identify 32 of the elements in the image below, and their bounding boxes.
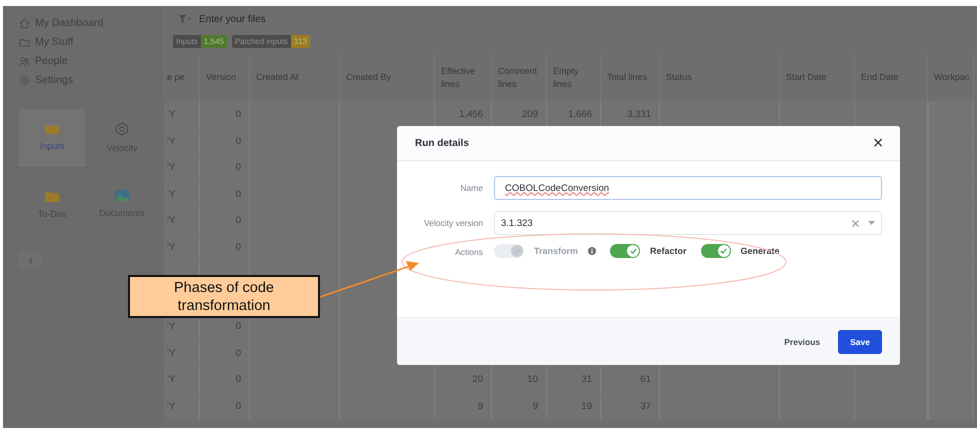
check-icon [720,248,728,254]
funnel-icon[interactable] [179,15,191,23]
name-field[interactable]: COBOLCodeConversion [494,176,882,200]
field-label: Name [459,183,483,193]
folder-icon [45,123,59,134]
toggle-label: Refactor [650,246,687,256]
toggle-label: Generate [740,246,780,256]
toggle-switch[interactable] [700,244,731,258]
dialog-title: Run details [415,138,469,148]
caret-icon[interactable] [868,221,875,225]
check-icon [514,248,520,254]
home-icon [19,18,30,28]
gear-icon [19,74,30,86]
folder-icon [19,36,30,48]
callout: Phases of code transformation [128,275,320,318]
toggle-label: Transform [534,246,578,256]
folder-icon [45,190,59,202]
clear-icon[interactable] [852,220,859,226]
previous-button[interactable]: Previous [782,330,822,354]
check-icon [630,248,637,254]
hexagon-icon [115,122,129,136]
people-icon [19,56,30,66]
toggle-switch[interactable] [610,244,640,258]
field-label: Velocity version [422,218,483,228]
version-select[interactable]: 3.1.323 [494,211,882,235]
image-icon [115,190,129,201]
collapse-button[interactable] [19,252,41,268]
close-button[interactable]: × [870,136,886,150]
filter-field[interactable]: Enter your files [199,14,349,24]
save-button[interactable]: Save [838,330,882,354]
field-label: Actions [454,247,483,257]
app-tile[interactable]: Inputs [19,109,85,166]
